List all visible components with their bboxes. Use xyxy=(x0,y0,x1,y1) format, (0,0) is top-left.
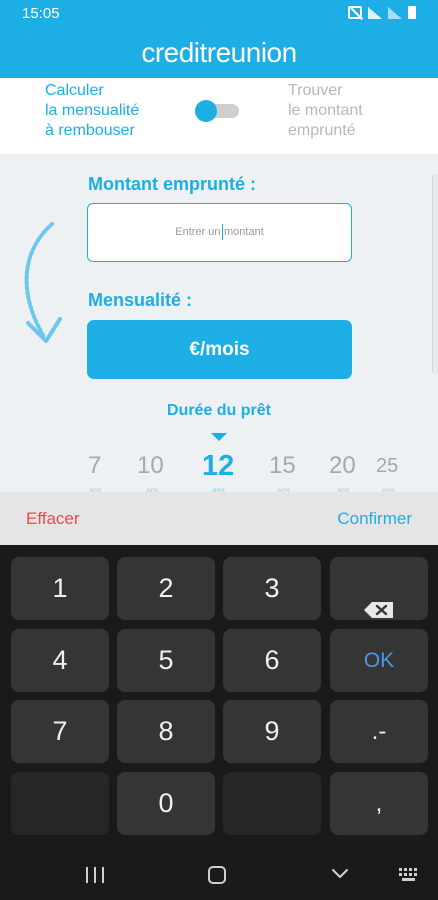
confirm-button[interactable]: Confirmer xyxy=(337,509,412,529)
switch-knob xyxy=(195,100,217,122)
amount-input[interactable]: Entrer un montant xyxy=(87,203,352,262)
amount-placeholder: montant xyxy=(224,226,264,238)
loan-form: Montant emprunté : Entrer un montant Mens… xyxy=(0,154,438,492)
status-icons xyxy=(348,6,416,19)
mode-toggle-row: Calculer la mensualité à rembouser Trouv… xyxy=(0,78,438,154)
duration-indicator-icon xyxy=(211,433,227,441)
mode-option-line: le montant xyxy=(288,102,363,119)
mute-icon xyxy=(348,6,362,19)
duration-option[interactable]: 20 xyxy=(329,452,356,480)
mode-option-line: Calculer xyxy=(45,82,104,99)
key-5[interactable]: 5 xyxy=(117,629,215,692)
duration-option[interactable]: 10 xyxy=(137,452,164,480)
signal-icon xyxy=(388,6,402,19)
backspace-icon xyxy=(362,580,396,618)
key-3[interactable]: 3 xyxy=(223,557,321,620)
duration-option-selected[interactable]: 12 xyxy=(202,450,234,483)
key-4[interactable]: 4 xyxy=(11,629,109,692)
amount-placeholder: Entrer un xyxy=(175,226,221,238)
system-nav-bar xyxy=(0,851,438,900)
backspace-key[interactable] xyxy=(330,557,428,620)
clear-button[interactable]: Effacer xyxy=(26,509,80,529)
key-1[interactable]: 1 xyxy=(11,557,109,620)
app-header: creditreunion xyxy=(0,28,438,78)
status-bar: 15:05 xyxy=(0,0,438,28)
amount-label: Montant emprunté : xyxy=(88,174,256,194)
mode-option-calculate[interactable]: Calculer la mensualité à rembouser xyxy=(45,81,139,141)
mode-option-line: emprunté xyxy=(288,122,356,139)
duration-picker[interactable]: 7 10 12 15 20 25 ans ans ans ans ans ans xyxy=(0,450,438,492)
comma-key[interactable]: , xyxy=(330,772,428,835)
app-logo: creditreunion xyxy=(141,37,297,68)
side-panel-handle[interactable] xyxy=(432,174,438,374)
mode-option-line: à rembouser xyxy=(45,122,135,139)
battery-icon xyxy=(408,6,416,19)
duration-option[interactable]: 7 xyxy=(88,452,101,480)
key-7[interactable]: 7 xyxy=(11,700,109,763)
curved-arrow-icon xyxy=(24,222,62,343)
monthly-label: Mensualité : xyxy=(88,290,193,310)
key-6[interactable]: 6 xyxy=(223,629,321,692)
mode-option-line: la mensualité xyxy=(45,102,140,119)
monthly-payment-button[interactable]: €/mois xyxy=(87,320,352,379)
duration-option[interactable]: 25 xyxy=(376,455,398,478)
dot-minus-key[interactable]: .- xyxy=(330,700,428,763)
back-icon[interactable] xyxy=(330,863,350,883)
text-caret xyxy=(221,224,223,241)
mode-option-find-amount[interactable]: Trouver le montant emprunté xyxy=(288,81,363,141)
keyboard-icon[interactable] xyxy=(398,866,422,884)
status-time: 15:05 xyxy=(22,5,60,22)
home-icon[interactable] xyxy=(208,866,226,884)
wifi-icon xyxy=(368,6,382,19)
key-2[interactable]: 2 xyxy=(117,557,215,620)
numeric-keyboard: 1 2 3 4 5 6 OK 7 8 9 .- 0 , xyxy=(0,545,438,851)
key-9[interactable]: 9 xyxy=(223,700,321,763)
ok-key[interactable]: OK xyxy=(330,629,428,692)
duration-title: Durée du prêt xyxy=(166,402,271,419)
key-8[interactable]: 8 xyxy=(117,700,215,763)
duration-option[interactable]: 15 xyxy=(269,452,296,480)
recent-apps-icon[interactable] xyxy=(86,867,104,883)
keyboard-action-bar: Effacer Confirmer xyxy=(0,492,438,545)
key-0[interactable]: 0 xyxy=(117,772,215,835)
mode-option-line: Trouver xyxy=(288,82,343,99)
mode-switch[interactable] xyxy=(195,100,240,122)
empty-key xyxy=(223,772,321,835)
empty-key xyxy=(11,772,109,835)
